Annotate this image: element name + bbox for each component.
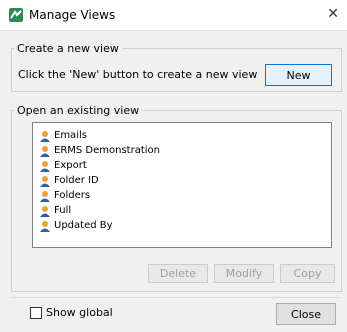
close-window-icon[interactable]: ✕ [327,6,339,22]
user-icon [39,175,51,187]
list-item[interactable]: Folder ID [39,174,99,187]
list-item-label: Folder ID [54,175,99,186]
close-button[interactable]: Close [276,303,336,325]
list-item[interactable]: ERMS Demonstration [39,144,160,157]
new-button[interactable]: New [265,64,332,86]
user-icon [39,130,51,142]
app-icon [9,8,23,22]
modify-button[interactable]: Modify [214,264,274,283]
list-item-label: Updated By [54,220,113,231]
user-icon [39,190,51,202]
show-global-toggle[interactable]: Show global [30,306,113,319]
views-listbox[interactable]: Emails ERMS Demonstration Export Folder … [32,122,332,248]
title-bar: Manage Views ✕ [0,0,347,31]
user-icon [39,220,51,232]
list-item-label: Folders [54,190,91,201]
create-view-legend: Create a new view [17,42,119,55]
delete-button[interactable]: Delete [148,264,208,283]
user-icon [39,145,51,157]
list-item-label: Emails [54,130,87,141]
list-item[interactable]: Emails [39,129,87,142]
user-icon [39,205,51,217]
divider [11,297,340,298]
show-global-checkbox[interactable] [30,306,42,319]
list-item[interactable]: Updated By [39,219,113,232]
copy-button[interactable]: Copy [280,264,335,283]
list-item-label: Full [54,205,72,216]
list-item[interactable]: Full [39,204,71,217]
window-title: Manage Views [29,8,116,22]
create-view-hint: Click the 'New' button to create a new v… [18,68,258,81]
list-item[interactable]: Folders [39,189,90,202]
list-item-label: Export [54,160,87,171]
open-view-legend: Open an existing view [17,104,140,117]
user-icon [39,160,51,172]
show-global-label: Show global [46,306,113,319]
list-item-label: ERMS Demonstration [54,145,160,156]
list-item[interactable]: Export [39,159,87,172]
